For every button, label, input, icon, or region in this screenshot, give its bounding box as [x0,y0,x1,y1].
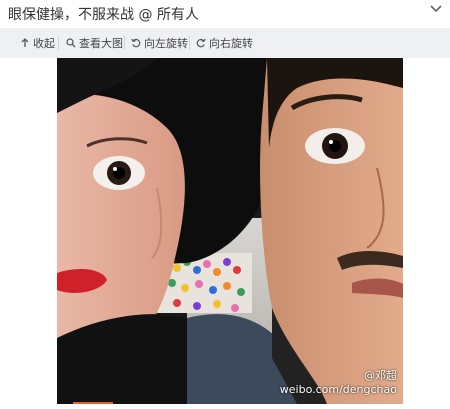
rotate-left-label: 向左旋转 [144,37,188,50]
collapse-button[interactable]: 收起 [20,34,55,52]
collapse-icon [21,38,29,47]
watermark-author: @邓超 [364,369,397,382]
divider [58,36,59,50]
post-photo[interactable]: @邓超 weibo.com/dengchao [57,58,403,404]
watermark: @邓超 weibo.com/dengchao [280,367,397,396]
rotate-right-icon [196,38,206,48]
chevron-down-icon[interactable] [430,4,442,14]
post-text: 眼保健操，不服来战 @ 所有人 [8,4,199,24]
rotate-left-button[interactable]: 向左旋转 [131,34,188,52]
post-caption: 眼保健操，不服来战 [8,7,134,23]
divider [189,36,190,50]
search-icon [66,38,76,48]
divider [124,36,125,50]
rotate-left-icon [131,38,141,48]
mention-all[interactable]: @ 所有人 [138,7,198,23]
image-toolbar: 收起 查看大图 向左旋转 向右旋转 [0,28,450,58]
view-large-label: 查看大图 [79,37,123,50]
watermark-url: weibo.com/dengchao [279,383,397,396]
thumbnail-indicator [73,402,113,409]
view-large-button[interactable]: 查看大图 [66,34,123,52]
collapse-label: 收起 [33,37,55,50]
photo-illustration [57,58,403,404]
rotate-right-label: 向右旋转 [209,37,253,50]
rotate-right-button[interactable]: 向右旋转 [196,34,253,52]
